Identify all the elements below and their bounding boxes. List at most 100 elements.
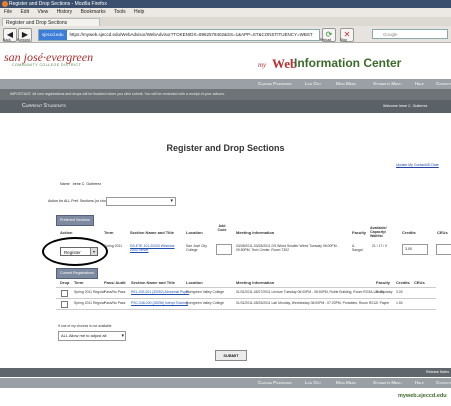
preferred-available: 21 / 17 / 0 (372, 244, 388, 248)
header-meeting: Meeting Information (236, 230, 275, 235)
header-drop: Drop (60, 280, 70, 285)
preferred-sections-tab[interactable]: Preferred Sections (56, 215, 94, 226)
information-center-title: Information Center (294, 56, 402, 70)
browser-menu-bar: File Edit View History Bookmarks Tools H… (0, 8, 451, 17)
page-heading: Current Students (22, 103, 66, 109)
drop-checkbox-2[interactable] (61, 301, 68, 308)
drop-all-value: ALL Allow me to adjust all (61, 333, 107, 338)
search-placeholder: Google (383, 32, 398, 37)
stop-label: Stop (340, 38, 348, 42)
reload-label: Reload (320, 38, 332, 42)
release-notes-link[interactable]: Release Notes (426, 368, 449, 377)
browser-nav-bar: ◀ Back ▶ Forward sjeccd.edu https://myweb… (0, 26, 451, 43)
current-location-1: Evergreen Valley College (186, 290, 225, 294)
current-section-link-2[interactable]: PSC-048-200 (32096) Interpt Tutoring (131, 301, 188, 305)
current-location-2: Evergreen Valley College (186, 301, 225, 305)
firefox-icon (2, 1, 8, 7)
menu-view[interactable]: View (37, 9, 48, 15)
nav-students-menu[interactable]: Students Menu (373, 79, 402, 89)
header-action: Action (60, 230, 73, 235)
header-cur-ceus: CEUs (414, 280, 425, 285)
header-term: Term (104, 230, 114, 235)
preferred-location: San José City College (186, 244, 207, 252)
chevron-down-icon: ▾ (170, 198, 173, 204)
url-text: https://myweb.sjeccd.edu/WebAdvisor/WebA… (69, 32, 313, 37)
my-label: my (258, 61, 267, 69)
footer-site-url: myweb.sjeccd.edu (398, 393, 447, 399)
address-bar[interactable]: sjeccd.edu https://myweb.sjeccd.edu/WebAd… (38, 29, 320, 41)
name-value: Irene C. Gutierrez (72, 182, 102, 186)
menu-bookmarks[interactable]: Bookmarks (81, 9, 106, 15)
nav-log-out[interactable]: Log Out (305, 79, 321, 89)
current-pass-1: Pass/No Pass (104, 290, 126, 294)
action-all-select[interactable]: ▾ (106, 197, 176, 206)
footer-nav-help[interactable]: Help (415, 378, 424, 388)
menu-history[interactable]: History (57, 9, 73, 15)
search-input[interactable]: Google (372, 29, 448, 39)
header-section: Section Name and Title (130, 230, 174, 235)
update-contact-link[interactable]: Update My Contact/ID Date (396, 163, 439, 167)
menu-help[interactable]: Help (134, 9, 144, 15)
drop-all-select[interactable]: ALL Allow me to adjust all ▾ (58, 331, 126, 341)
header-credits: Credits (402, 230, 416, 235)
important-notice: IMPORTANT: All new registrations and dro… (0, 89, 451, 100)
current-meeting-1: 01/31/2011-05/27/2011 Lecture Tuesday 06… (236, 290, 385, 294)
header-cur-location: Location (186, 280, 203, 285)
footer-nav-log-out[interactable]: Log Out (305, 378, 321, 388)
footer-nav-contact[interactable]: Contact (436, 378, 451, 388)
ceus-input[interactable] (436, 244, 451, 255)
preferred-meeting: 03/05/2011-03/28/2011 DS Wired Smaller W… (236, 244, 339, 252)
welcome-text: Welcome Irene C. Gutierrez (383, 104, 428, 108)
add-code-input[interactable] (216, 244, 232, 255)
back-label: Back (3, 38, 11, 42)
drop-checkbox-1[interactable] (61, 290, 68, 297)
table-divider (56, 309, 436, 310)
college-logo-subtitle: COMMUNITY COLLEGE DISTRICT (12, 63, 82, 67)
footer-nav-change-password[interactable]: Change Password (258, 378, 292, 388)
current-pass-2: Pass/No Pass (104, 301, 126, 305)
current-faculty-1: S. Shulaby (376, 290, 393, 294)
credits-value: 3.00 (405, 247, 412, 251)
top-navigation: Change Password Log Out Main Menu Studen… (0, 79, 451, 89)
window-title: Register and Drop Sections - Mozilla Fir… (9, 1, 107, 7)
footer-nav-main-menu[interactable]: Main Menu (336, 378, 356, 388)
table-divider (56, 287, 436, 288)
current-credits-1: 3.00 (396, 290, 403, 294)
header-cur-meeting: Meeting Information (236, 280, 275, 285)
current-registrations-tab[interactable]: Current Registrations (56, 268, 98, 279)
student-name-row: Name Irene C. Gutierrez (60, 182, 101, 186)
preferred-section-link[interactable]: DS-ETE-101-20203 Windows 2003 Server (130, 244, 182, 252)
form-title: Register and Drop Sections (166, 143, 285, 153)
highlight-circle (42, 237, 108, 266)
site-identity-badge[interactable]: sjeccd.edu (39, 30, 67, 40)
chevron-down-icon: ▾ (121, 333, 124, 339)
credits-input[interactable]: 3.00 (402, 244, 428, 255)
current-term-1: Spring 2011 Regular (74, 290, 105, 294)
browser-tab[interactable]: Register and Drop Sections (2, 18, 100, 26)
nav-change-password[interactable]: Change Password (258, 79, 292, 89)
menu-tools[interactable]: Tools (114, 9, 126, 15)
nav-help[interactable]: Help (415, 79, 424, 89)
header-available: Available/ Capacity/ Waitlist (370, 226, 387, 238)
current-credits-2: 1.50 (396, 301, 403, 305)
current-faculty-2: J. Payne (376, 301, 390, 305)
browser-tab-bar: Register and Drop Sections (0, 17, 451, 26)
current-section-link-1[interactable]: REL-033-201 (32052) Abnormal Psych (131, 290, 189, 294)
nav-contact[interactable]: Contact (436, 79, 451, 89)
header-ceus: CEUs (437, 230, 448, 235)
header-cur-term: Term (74, 280, 84, 285)
menu-file[interactable]: File (4, 9, 12, 15)
forward-label: Forward (17, 38, 30, 42)
footer-bar: Release Notes (0, 368, 451, 377)
current-meeting-2: 01/31/2011-05/25/2011 Lab Monday, Wednes… (236, 301, 377, 305)
browser-title-bar: Register and Drop Sections - Mozilla Fir… (0, 0, 451, 8)
nav-main-menu[interactable]: Main Menu (336, 79, 356, 89)
footer-nav-students-menu[interactable]: Students Menu (373, 378, 402, 388)
header-location: Location (186, 230, 203, 235)
preferred-term: Spring 2011 (104, 244, 123, 248)
menu-edit[interactable]: Edit (20, 9, 29, 15)
header-cur-section: Section Name and Title (131, 280, 175, 285)
submit-button[interactable]: SUBMIT (215, 350, 247, 361)
page-heading-bar: Current Students Welcome Irene C. Gutier… (0, 100, 451, 113)
name-label: Name (60, 182, 70, 186)
